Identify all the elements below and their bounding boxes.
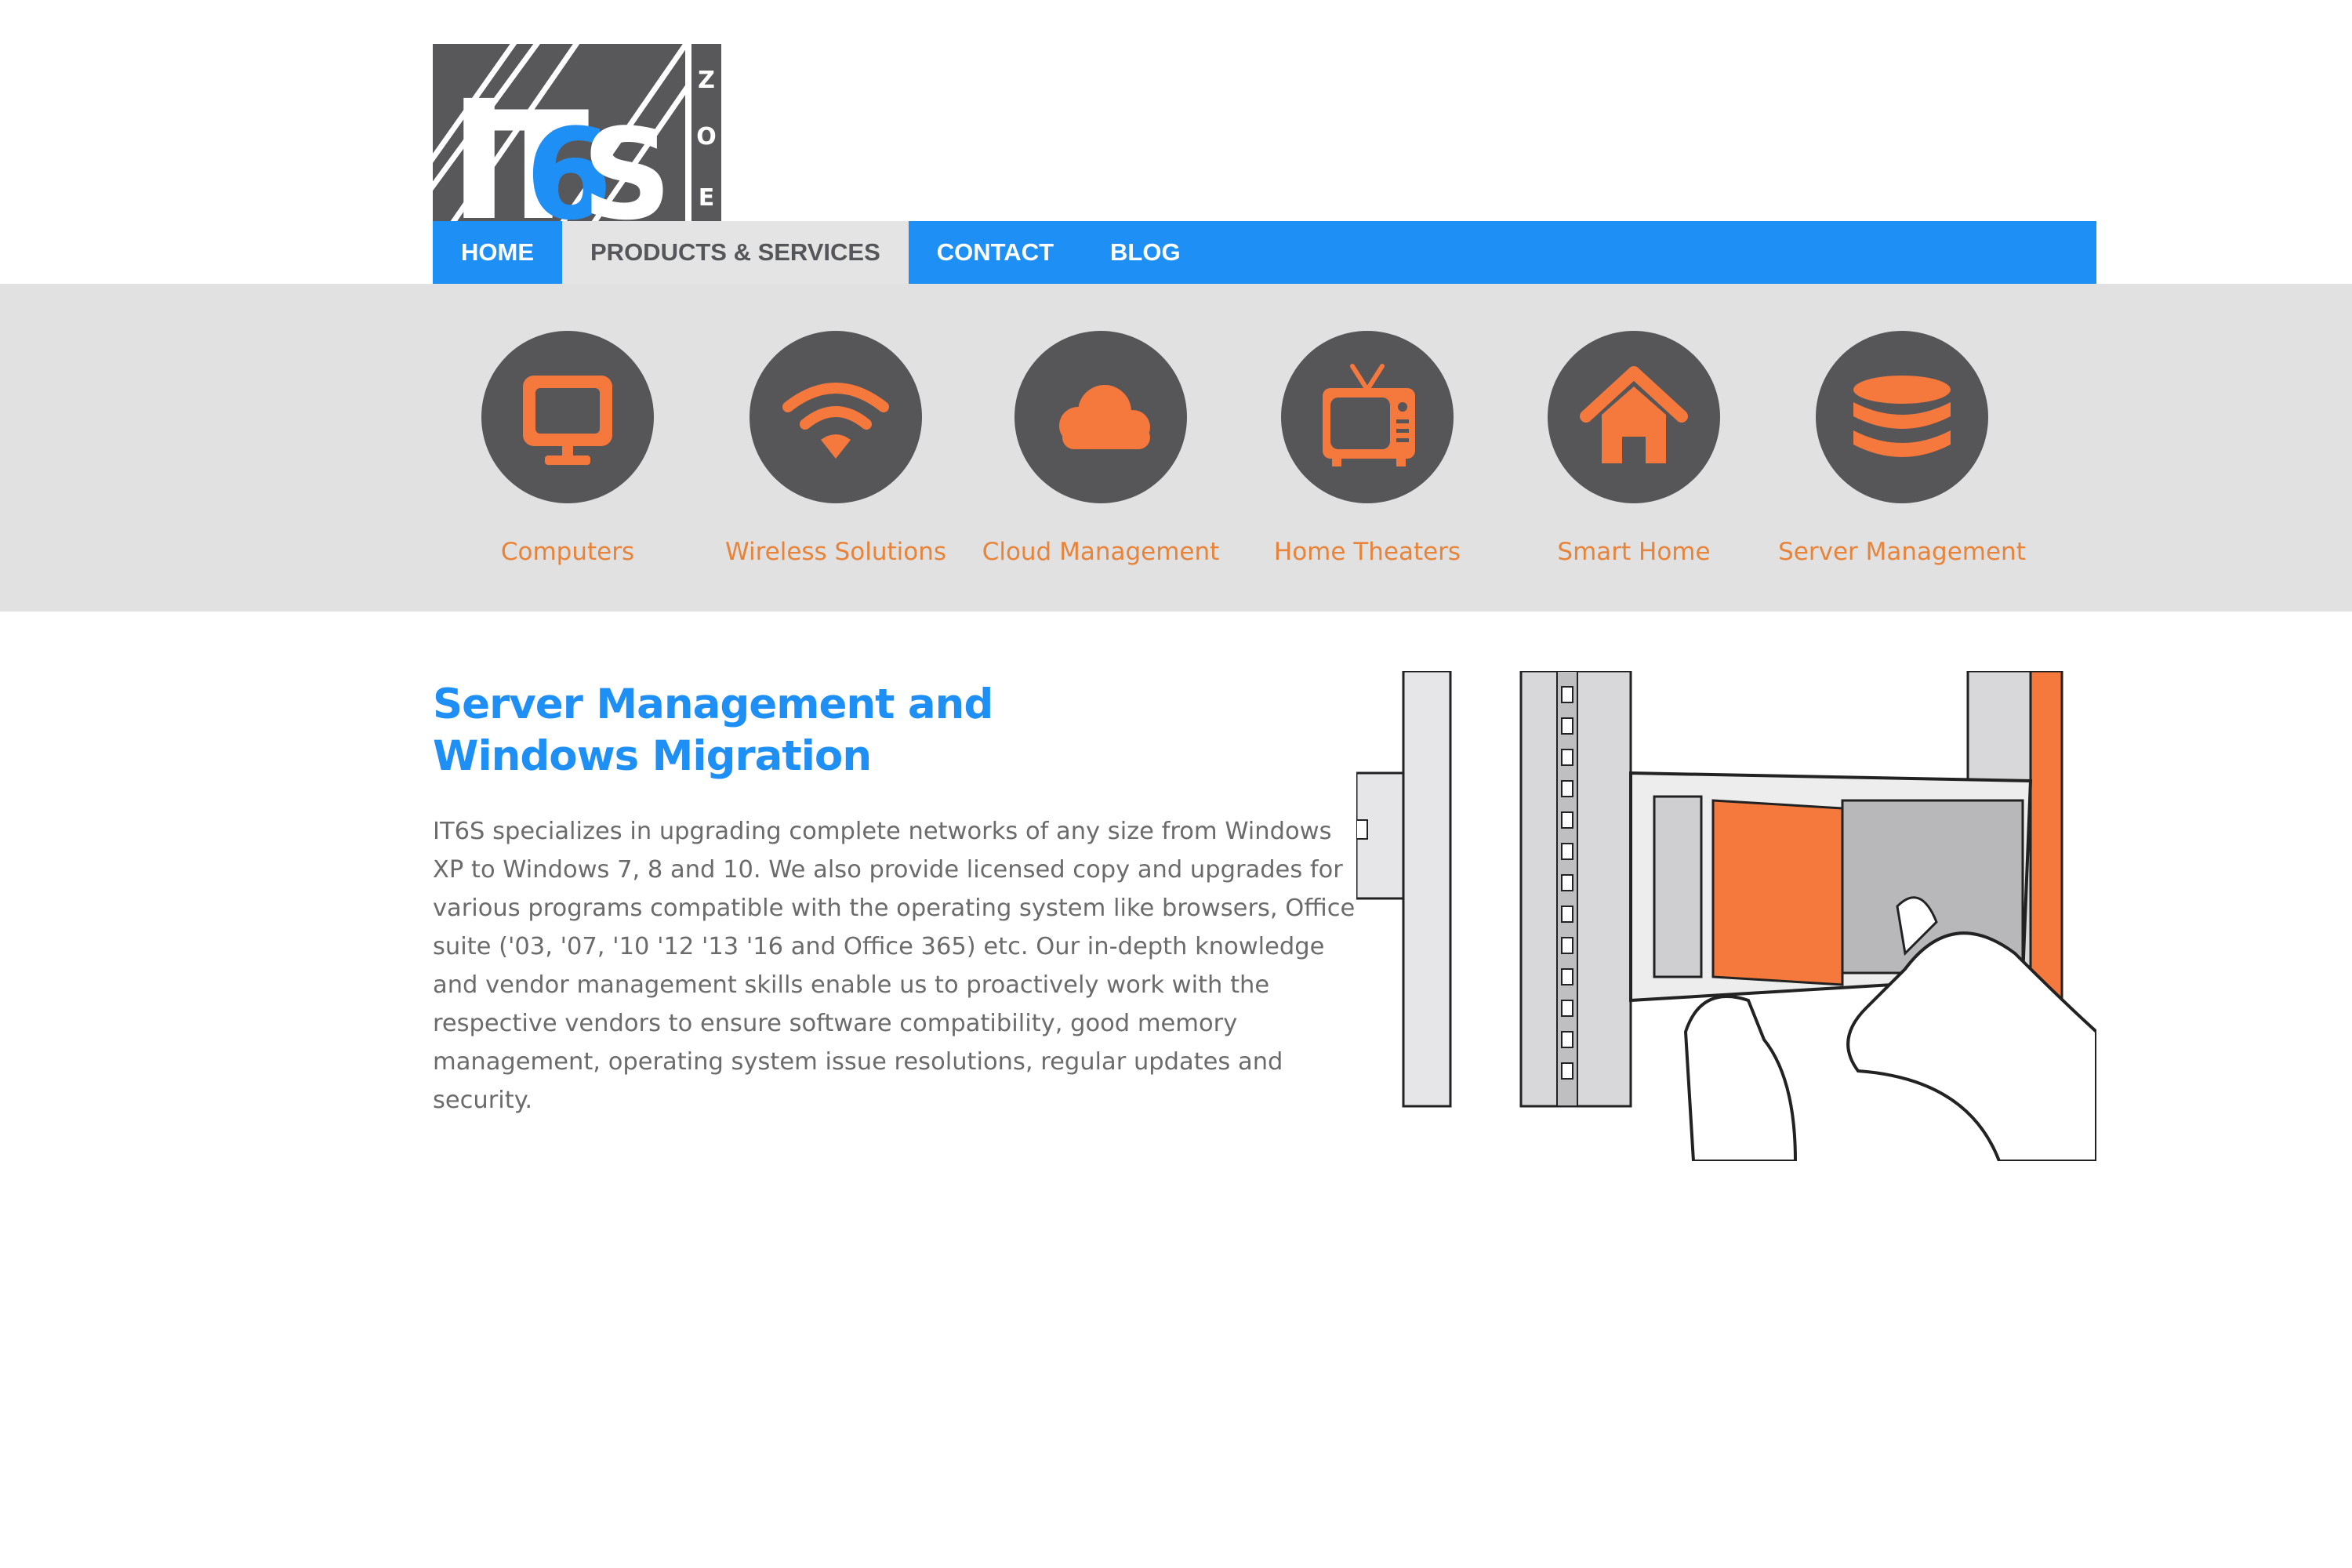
cloud-icon <box>1059 385 1150 449</box>
monitor-icon <box>523 376 612 465</box>
nav-home[interactable]: HOME <box>433 221 562 284</box>
service-server-management[interactable]: Server Management <box>1769 331 2035 566</box>
service-cloud-management[interactable]: Cloud Management <box>967 331 1234 566</box>
svg-text:E: E <box>699 184 715 212</box>
service-home-theaters[interactable]: Home Theaters <box>1234 331 1501 566</box>
service-label: Wireless Solutions <box>725 538 946 566</box>
service-label: Computers <box>500 538 635 566</box>
service-icon-circle <box>1816 331 1988 503</box>
page-title-line1: Server Management and <box>433 681 993 728</box>
service-wireless-solutions[interactable]: Wireless Solutions <box>702 331 969 566</box>
service-icon-circle <box>481 331 654 503</box>
service-smart-home[interactable]: Smart Home <box>1501 331 1767 566</box>
service-icon-circle <box>750 331 922 503</box>
page-title-line2: Windows Migration <box>433 732 872 780</box>
services-band: Computers Wireless Solutions Cloud Manag… <box>0 284 2352 612</box>
database-icon <box>1853 376 1951 457</box>
service-label: Cloud Management <box>982 538 1220 566</box>
service-label: Server Management <box>1778 538 2026 566</box>
svg-text:O: O <box>696 123 717 151</box>
it6s-logo-graphic: I T 6 S Z O E <box>433 44 723 221</box>
wifi-icon <box>782 383 889 459</box>
service-icon-circle <box>1548 331 1720 503</box>
nav-contact[interactable]: CONTACT <box>909 221 1082 284</box>
site-logo[interactable]: I T 6 S Z O E <box>433 44 723 221</box>
main-nav: HOME PRODUCTS & SERVICES CONTACT BLOG <box>433 221 2096 284</box>
tv-icon <box>1323 364 1415 466</box>
server-rack-illustration <box>1356 671 2096 1161</box>
service-icon-circle <box>1281 331 1454 503</box>
service-label: Smart Home <box>1557 538 1711 566</box>
nav-products-services[interactable]: PRODUCTS & SERVICES <box>562 221 909 284</box>
svg-text:Z: Z <box>698 67 715 94</box>
server-rack-image <box>1356 671 2096 1161</box>
main-description: IT6S specializes in upgrading complete n… <box>433 818 1356 1114</box>
nav-blog[interactable]: BLOG <box>1082 221 1209 284</box>
page-title: Server Management and Windows Migration <box>433 679 1295 782</box>
home-icon <box>1580 366 1688 463</box>
svg-text:S: S <box>582 101 672 221</box>
service-icon-circle <box>1014 331 1187 503</box>
service-label: Home Theaters <box>1273 538 1461 566</box>
service-computers[interactable]: Computers <box>434 331 701 566</box>
